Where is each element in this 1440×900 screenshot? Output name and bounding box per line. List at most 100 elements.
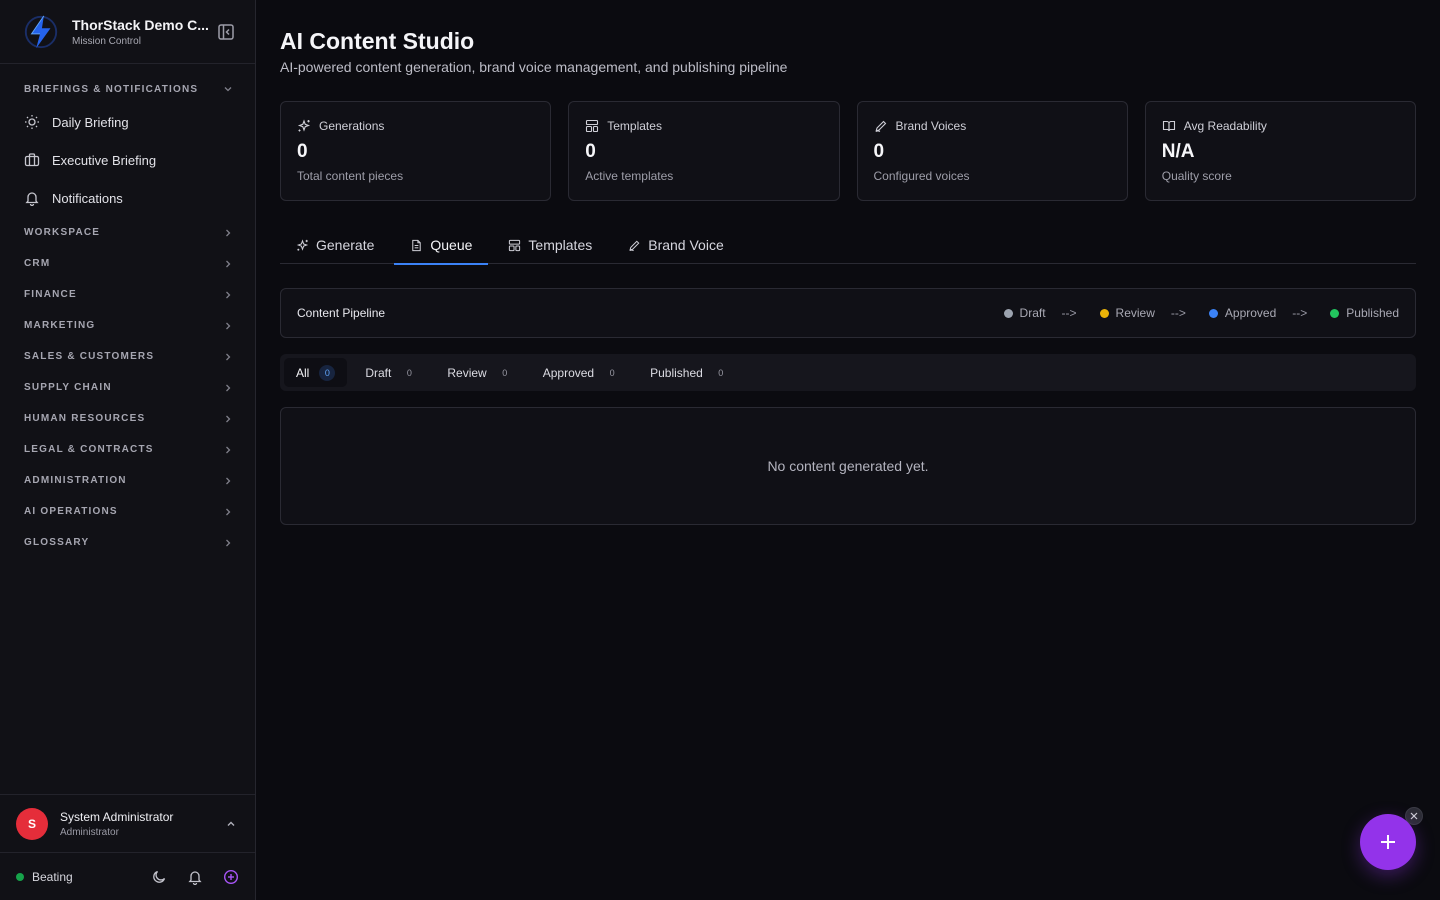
filter-label: Review: [447, 365, 487, 380]
sparkles-icon: [296, 238, 309, 251]
filter-all[interactable]: All 0: [284, 358, 348, 387]
user-role: Administrator: [60, 826, 119, 838]
tab-brand-voice[interactable]: Brand Voice: [612, 227, 740, 263]
org-subtitle: Mission Control: [72, 35, 141, 47]
section-label: GLOSSARY: [24, 537, 90, 548]
stage-dot: [1330, 308, 1340, 318]
stat-note: Quality score: [1161, 169, 1232, 183]
section-workspace[interactable]: WORKSPACE: [0, 217, 255, 248]
layout-template-icon: [586, 119, 599, 133]
pipeline-arrow: -->: [1292, 306, 1308, 320]
empty-message: No content generated yet.: [767, 458, 929, 474]
page-title: AI Content Studio: [280, 28, 475, 54]
section-label: SALES & CUSTOMERS: [24, 351, 155, 362]
filter-count: 0: [718, 367, 724, 378]
bell-icon: [25, 192, 39, 206]
section-label: FINANCE: [24, 289, 77, 300]
section-ai-operations[interactable]: AI OPERATIONS: [0, 496, 255, 527]
section-label: CRM: [24, 258, 51, 269]
avatar: S: [16, 807, 48, 840]
tab-templates[interactable]: Templates: [492, 227, 608, 263]
pipeline-title: Content Pipeline: [297, 306, 386, 320]
chevron-down-icon: [224, 87, 232, 92]
sidebar-item-label: Daily Briefing: [52, 114, 129, 130]
section-label: MARKETING: [24, 320, 96, 331]
section-crm[interactable]: CRM: [0, 248, 255, 279]
chevron-right-icon: [226, 229, 231, 236]
heartbeat-status: Beating: [32, 869, 73, 884]
sidebar: ThorStack Demo C... Mission Control BRIE…: [0, 0, 256, 900]
filter-label: Published: [650, 365, 703, 380]
stage-label: Draft: [1019, 306, 1046, 320]
tab-label: Templates: [528, 237, 593, 253]
chevron-right-icon: [226, 322, 231, 329]
section-supply-chain[interactable]: SUPPLY CHAIN: [0, 372, 255, 403]
section-legal-contracts[interactable]: LEGAL & CONTRACTS: [0, 434, 255, 465]
section-label: LEGAL & CONTRACTS: [24, 444, 154, 455]
stat-value: 0: [585, 141, 596, 162]
section-briefings[interactable]: BRIEFINGS & NOTIFICATIONS: [0, 80, 255, 98]
sidebar-item-daily-briefing[interactable]: Daily Briefing: [0, 103, 255, 141]
sidebar-item-notifications[interactable]: Notifications: [0, 179, 255, 217]
org-switcher[interactable]: ThorStack Demo C... Mission Control: [0, 0, 255, 64]
chevron-right-icon: [226, 384, 231, 391]
plus-circle-icon[interactable]: [223, 869, 239, 885]
status-indicator: [16, 872, 24, 881]
filter-count: 0: [406, 367, 412, 378]
stat-value: N/A: [1161, 141, 1195, 162]
book-open-icon: [1162, 120, 1175, 132]
sidebar-collapse-icon[interactable]: [217, 23, 235, 41]
chevron-right-icon: [226, 477, 231, 484]
chevron-right-icon: [226, 353, 231, 360]
stage-review: Review: [1099, 306, 1155, 320]
stat-value: 0: [873, 141, 885, 162]
empty-state: No content generated yet.: [280, 407, 1416, 525]
filter-approved[interactable]: Approved 0: [531, 358, 632, 387]
stage-label: Approved: [1224, 306, 1277, 320]
org-name: ThorStack Demo C...: [72, 16, 209, 33]
stat-card-generations: Generations 0 Total content pieces: [280, 101, 552, 201]
section-human-resources[interactable]: HUMAN RESOURCES: [0, 403, 255, 434]
tab-label: Brand Voice: [648, 237, 724, 253]
tab-queue[interactable]: Queue: [394, 227, 489, 265]
layout-template-icon: [509, 239, 521, 251]
briefcase-icon: [24, 153, 40, 167]
stat-note: Active templates: [585, 169, 674, 183]
stage-draft: Draft: [1003, 306, 1046, 320]
pen-icon: [874, 120, 886, 132]
section-label: WORKSPACE: [24, 227, 101, 238]
stat-note: Configured voices: [873, 169, 970, 183]
stat-label: Brand Voices: [895, 119, 967, 133]
section-finance[interactable]: FINANCE: [0, 279, 255, 310]
section-sales-customers[interactable]: SALES & CUSTOMERS: [0, 341, 255, 372]
moon-icon[interactable]: [151, 869, 167, 885]
sidebar-item-label: Notifications: [52, 190, 123, 206]
stat-label: Templates: [607, 119, 662, 133]
sidebar-item-executive-briefing[interactable]: Executive Briefing: [0, 141, 255, 179]
pipeline-arrow: -->: [1061, 306, 1077, 320]
section-administration[interactable]: ADMINISTRATION: [0, 465, 255, 496]
tab-generate[interactable]: Generate: [280, 227, 390, 263]
filter-review[interactable]: Review 0: [435, 358, 524, 387]
filter-draft[interactable]: Draft 0: [353, 358, 429, 387]
lightning-logo-icon: [24, 15, 58, 48]
sparkles-icon: [297, 119, 311, 132]
filter-label: Approved: [542, 365, 595, 380]
section-marketing[interactable]: MARKETING: [0, 310, 255, 341]
section-label: BRIEFINGS & NOTIFICATIONS: [24, 83, 199, 95]
file-text-icon: [412, 239, 422, 251]
sidebar-item-label: Executive Briefing: [52, 152, 157, 168]
main-content: AI Content Studio AI-powered content gen…: [280, 0, 1416, 525]
bell-icon[interactable]: [187, 869, 203, 885]
user-name: System Administrator: [60, 809, 174, 824]
section-glossary[interactable]: GLOSSARY: [0, 527, 255, 558]
chevron-up-icon: [227, 821, 235, 826]
floating-add-button[interactable]: [1360, 814, 1416, 870]
stage-approved: Approved: [1208, 306, 1277, 320]
section-label: HUMAN RESOURCES: [24, 413, 146, 424]
chevron-right-icon: [226, 291, 231, 298]
user-menu[interactable]: S System Administrator Administrator: [0, 794, 255, 852]
stat-note: Total content pieces: [297, 169, 404, 183]
filter-published[interactable]: Published 0: [638, 358, 741, 387]
filter-label: All: [296, 365, 310, 380]
